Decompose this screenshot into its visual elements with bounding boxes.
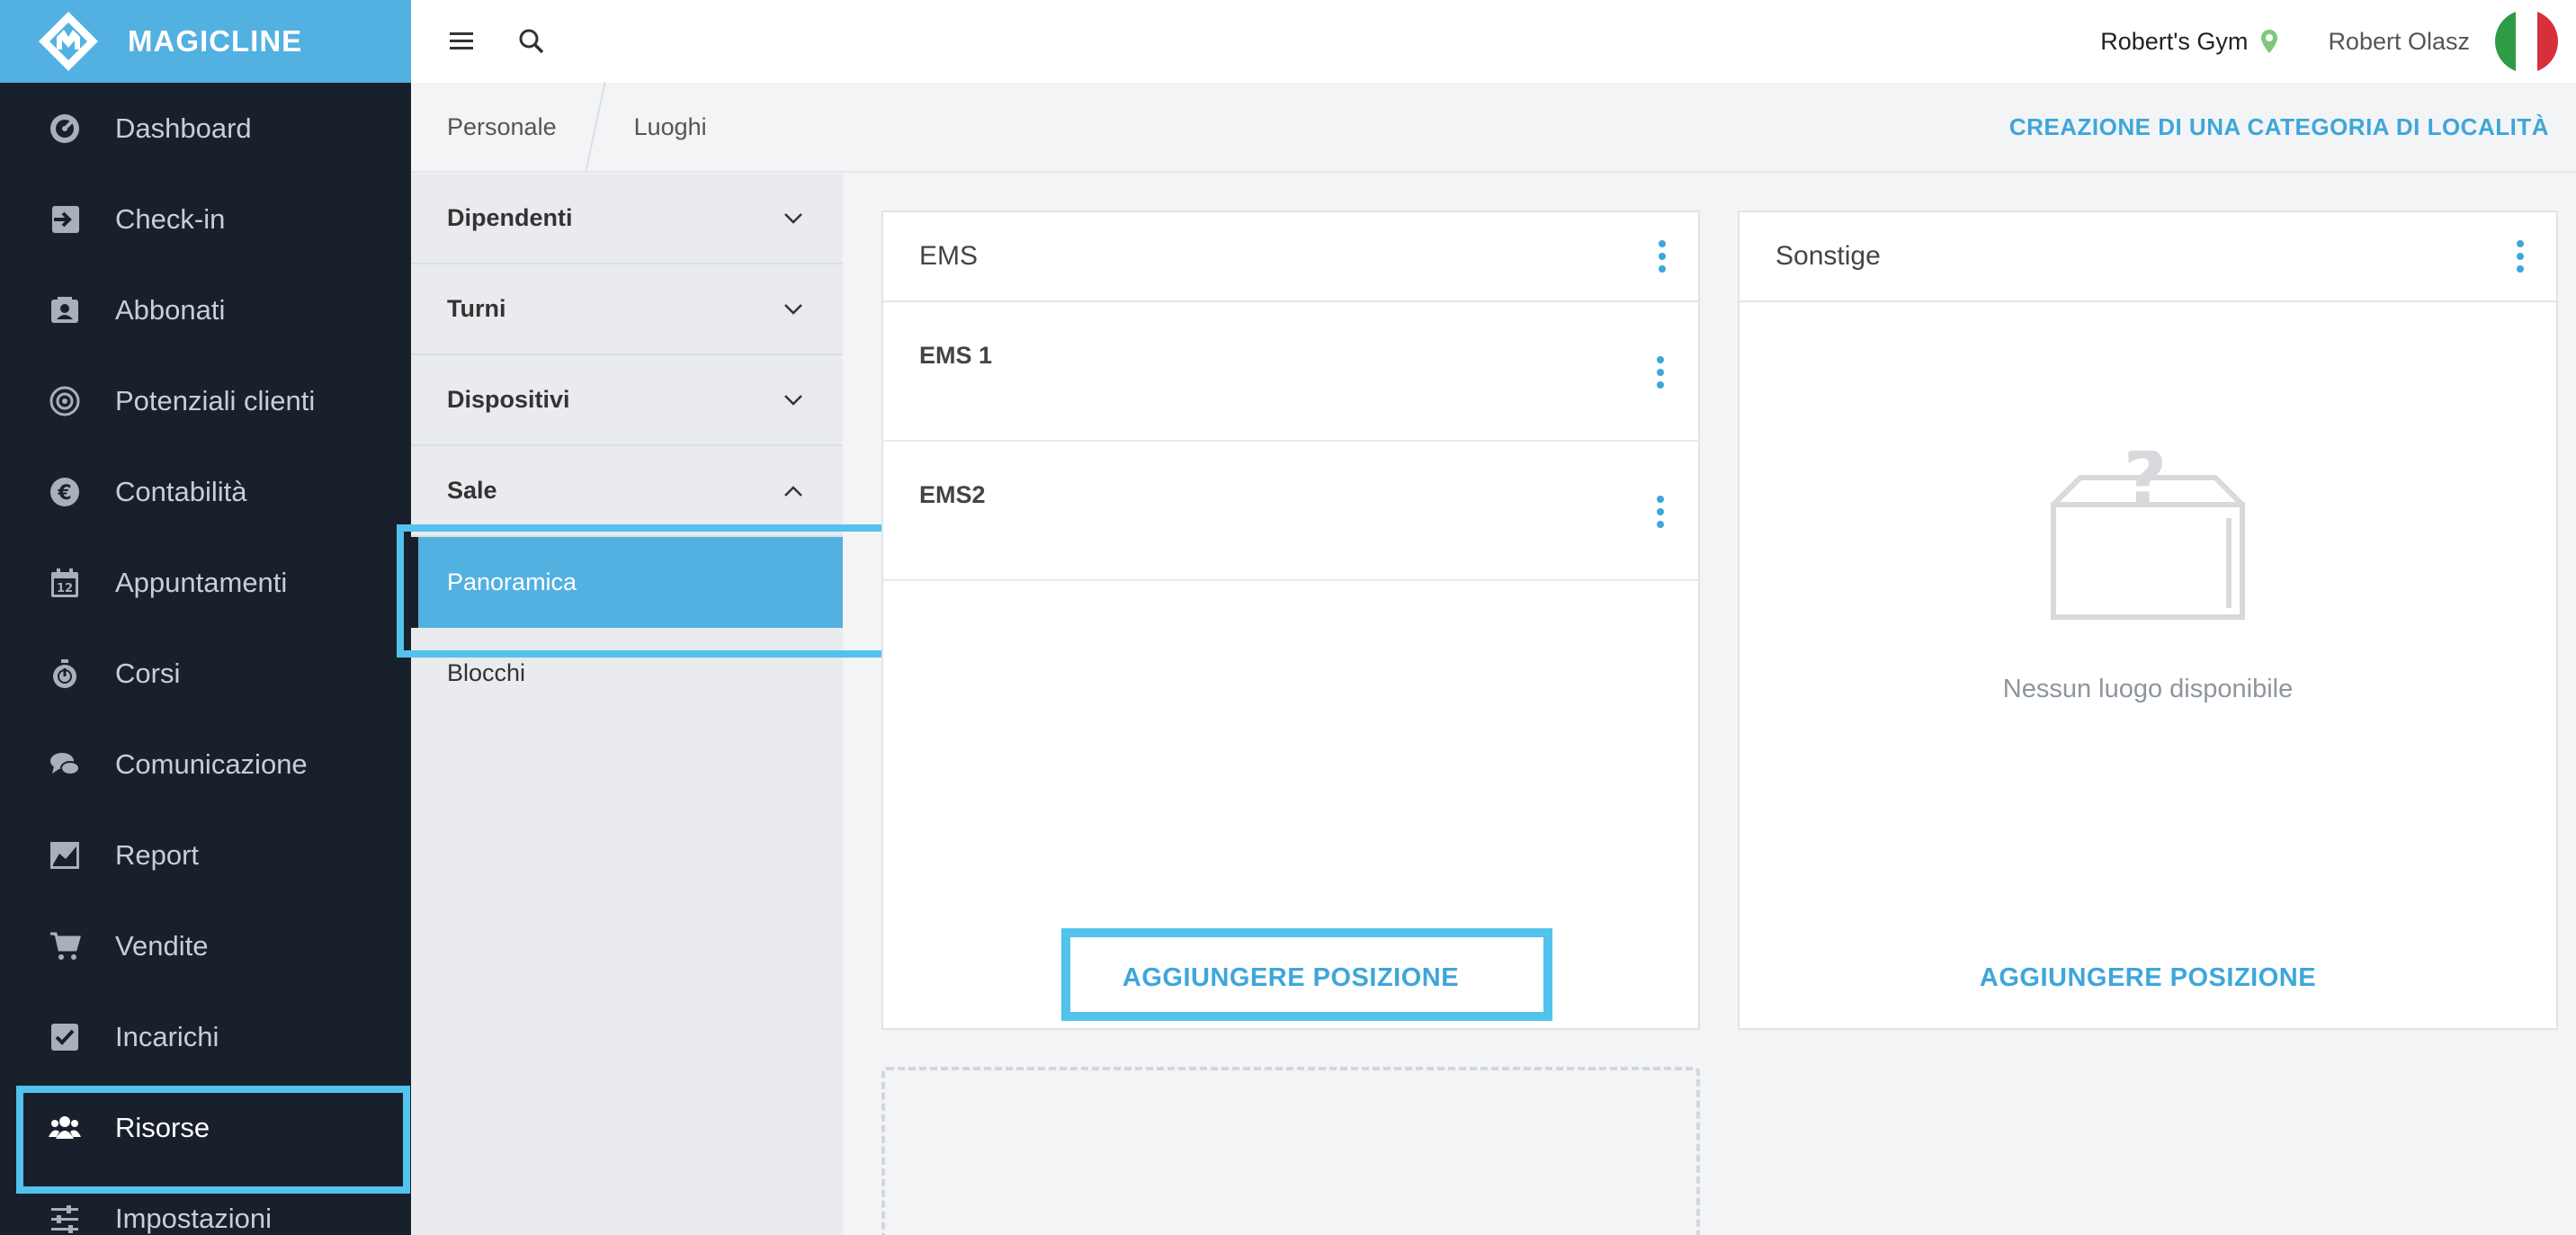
sidebar-item-corsi[interactable]: Corsi: [0, 628, 411, 719]
resources-subnav: Dipendenti Turni Dispositivi Sale Panora…: [397, 174, 893, 1235]
hamburger-menu-icon[interactable]: [443, 23, 479, 59]
location-name: EMS 1: [919, 342, 993, 369]
brand-name: MAGICLINE: [128, 24, 303, 58]
sidebar-item-incarichi[interactable]: Incarichi: [0, 991, 411, 1082]
sidebar-item-label: Risorse: [115, 1111, 210, 1143]
sidebar-item-potenziali-clienti[interactable]: Potenziali clienti: [0, 355, 411, 446]
sidebar-item-report[interactable]: Report: [0, 810, 411, 900]
breadcrumb-personale[interactable]: Personale: [447, 113, 557, 141]
more-options-icon[interactable]: [1651, 492, 1669, 532]
sidebar-item-abbonati[interactable]: Abbonati: [0, 264, 411, 355]
topbar: Robert's Gym Robert Olasz: [411, 0, 2576, 83]
checkbox-icon: [47, 1019, 83, 1055]
create-location-category-button[interactable]: CREAZIONE DI UNA CATEGORIA DI LOCALITÀ: [2009, 113, 2549, 141]
highlight-frame: [1061, 928, 1552, 1021]
sidebar-item-label: Impostazioni: [115, 1202, 273, 1234]
svg-text:?: ?: [2124, 451, 2168, 523]
target-icon: [47, 383, 83, 419]
search-icon[interactable]: [514, 23, 550, 59]
sidebar-item-label: Comunicazione: [115, 747, 308, 780]
sidebar-item-label: Potenziali clienti: [115, 384, 316, 416]
gym-selector[interactable]: Robert's Gym: [2100, 28, 2248, 56]
panel-header: Sonstige: [1740, 212, 2556, 302]
sliders-icon: [47, 1201, 83, 1235]
subnav-section-label: Turni: [447, 295, 506, 322]
breadcrumb-separator: [584, 82, 606, 172]
chart-icon: [47, 837, 83, 873]
empty-state: ? Nessun luogo disponibile: [1740, 434, 2556, 704]
more-options-icon[interactable]: [2511, 237, 2529, 276]
subnav-section-dispositivi[interactable]: Dispositivi: [411, 355, 843, 446]
language-flag-icon[interactable]: [2495, 10, 2558, 73]
topbar-right: Robert's Gym Robert Olasz: [2100, 10, 2576, 73]
chevron-down-icon: [780, 296, 807, 323]
svg-text:€: €: [57, 482, 71, 505]
people-icon: [47, 1110, 83, 1146]
sidebar-item-appuntamenti[interactable]: 12 Appuntamenti: [0, 537, 411, 628]
sidebar-item-label: Check-in: [115, 202, 226, 235]
sidebar-item-dashboard[interactable]: Dashboard: [0, 83, 411, 174]
more-options-icon[interactable]: [1653, 237, 1671, 276]
calendar-icon: 12: [47, 565, 83, 601]
subnav-section-dipendenti[interactable]: Dipendenti: [411, 174, 843, 264]
add-position-button[interactable]: AGGIUNGERE POSIZIONE: [1740, 963, 2556, 993]
empty-state-text: Nessun luogo disponibile: [2002, 675, 2294, 703]
location-row[interactable]: EMS 1: [883, 302, 1698, 442]
cart-icon: [47, 928, 83, 964]
add-position-label: AGGIUNGERE POSIZIONE: [1979, 963, 2317, 992]
sidebar-item-risorse[interactable]: Risorse: [0, 1082, 411, 1194]
add-category-dropzone[interactable]: [881, 1067, 1700, 1235]
sidebar-item-label: Contabilità: [115, 475, 247, 507]
sidebar-item-impostazioni[interactable]: Impostazioni: [0, 1173, 411, 1235]
panel-header: EMS: [883, 212, 1698, 302]
subnav-section-turni[interactable]: Turni: [411, 264, 843, 355]
sidebar-item-label: Dashboard: [115, 112, 252, 144]
location-pin-icon: [2260, 29, 2278, 54]
chat-icon: [47, 747, 83, 783]
sidebar-item-label: Vendite: [115, 929, 209, 962]
subnav-section-label: Sale: [447, 477, 497, 504]
dashboard-icon: [47, 111, 83, 147]
stopwatch-icon: [47, 656, 83, 692]
chevron-up-icon: [780, 478, 807, 505]
location-name: EMS2: [919, 481, 986, 508]
chevron-down-icon: [780, 205, 807, 232]
magicline-logo-icon: [36, 9, 101, 74]
sidebar-item-label: Report: [115, 838, 200, 871]
sidebar-item-comunicazione[interactable]: Comunicazione: [0, 719, 411, 810]
sidebar-item-contabilita[interactable]: € Contabilità: [0, 446, 411, 537]
more-options-icon[interactable]: [1651, 353, 1669, 392]
subnav-item-panoramica[interactable]: Panoramica: [397, 524, 893, 658]
sidebar: MAGICLINE Dashboard Check-in Abbonati Po…: [0, 0, 411, 1235]
main-nav: Dashboard Check-in Abbonati Potenziali c…: [0, 83, 411, 1235]
sidebar-item-label: Appuntamenti: [115, 566, 288, 598]
euro-icon: €: [47, 474, 83, 510]
sidebar-item-label: Incarichi: [115, 1020, 219, 1052]
subnav-section-label: Dispositivi: [447, 386, 570, 413]
panel-title: EMS: [919, 241, 979, 271]
sidebar-item-vendite[interactable]: Vendite: [0, 900, 411, 991]
location-category-ems: EMS EMS 1 EMS2 AGGIUNGERE POSIZIONE: [881, 210, 1700, 1030]
logo[interactable]: MAGICLINE: [0, 0, 411, 83]
check-in-icon: [47, 201, 83, 237]
member-card-icon: [47, 292, 83, 328]
svg-text:12: 12: [57, 582, 73, 595]
panel-title: Sonstige: [1775, 241, 1881, 271]
location-row[interactable]: EMS2: [883, 442, 1698, 581]
subnav-section-label: Dipendenti: [447, 204, 573, 231]
sidebar-item-check-in[interactable]: Check-in: [0, 174, 411, 264]
user-name[interactable]: Robert Olasz: [2328, 28, 2470, 56]
breadcrumb: Personale Luoghi CREAZIONE DI UNA CATEGO…: [411, 82, 2576, 173]
sidebar-item-label: Corsi: [115, 657, 181, 689]
empty-box-icon: ?: [2044, 434, 2251, 626]
location-category-sonstige: Sonstige ? Nessun luogo disponibile AGGI…: [1738, 210, 2558, 1030]
sidebar-item-label: Abbonati: [115, 293, 226, 326]
breadcrumb-luoghi[interactable]: Luoghi: [634, 113, 707, 141]
subnav-section-sale[interactable]: Sale: [411, 446, 843, 537]
chevron-down-icon: [780, 387, 807, 414]
